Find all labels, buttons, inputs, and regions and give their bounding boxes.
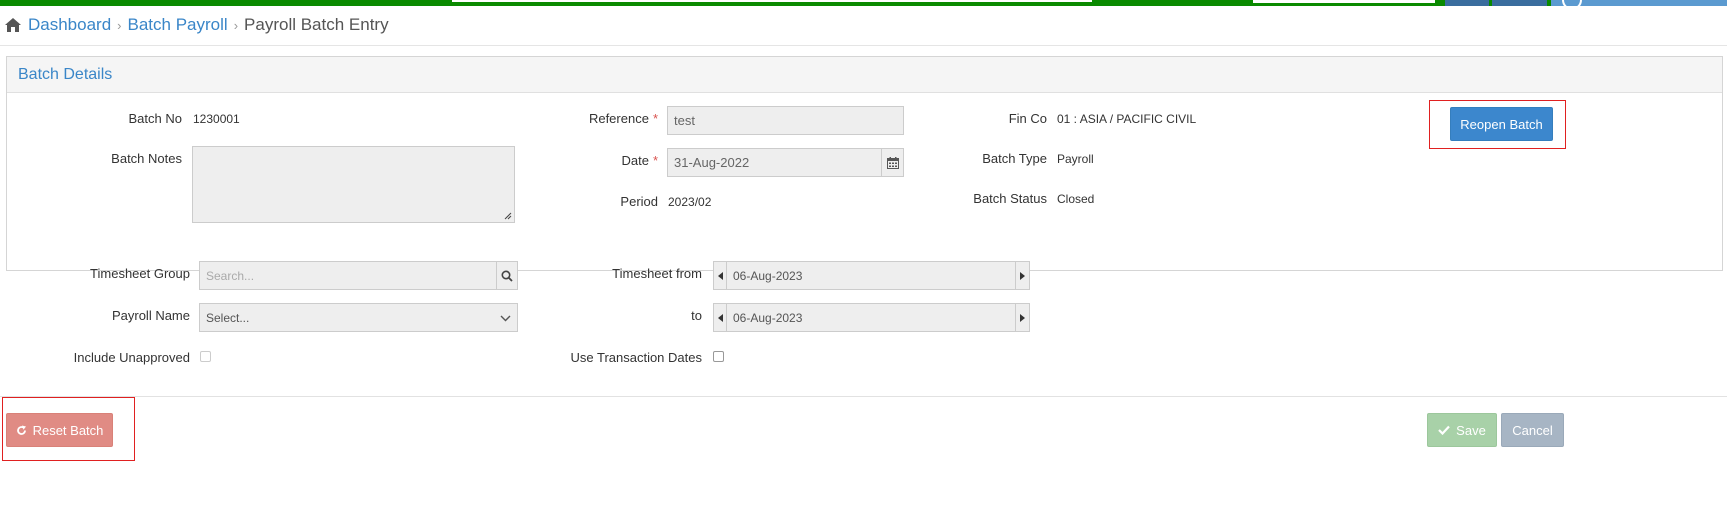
timesheet-to-next-button[interactable] bbox=[1015, 303, 1030, 332]
date-picker-button[interactable] bbox=[881, 148, 904, 177]
save-button[interactable]: Save bbox=[1427, 413, 1497, 447]
payroll-name-label: Payroll Name bbox=[111, 308, 190, 323]
batch-type-value: Payroll bbox=[1057, 152, 1094, 166]
include-unapproved-label: Include Unapproved bbox=[73, 350, 190, 365]
top-nav-button[interactable] bbox=[1492, 0, 1547, 6]
timesheet-to-input[interactable]: 06-Aug-2023 bbox=[726, 303, 1016, 332]
include-unapproved-checkbox[interactable] bbox=[200, 351, 211, 362]
payroll-name-select-value: Select... bbox=[206, 310, 250, 325]
fin-co-value: 01 : ASIA / PACIFIC CIVIL bbox=[1057, 112, 1197, 126]
reset-batch-button[interactable]: Reset Batch bbox=[6, 413, 113, 447]
footer-divider bbox=[0, 396, 1727, 397]
top-app-bar bbox=[0, 0, 1727, 10]
reference-input[interactable]: test bbox=[667, 106, 904, 135]
timesheet-group-search-button[interactable] bbox=[496, 261, 518, 290]
date-label-text: Date bbox=[621, 153, 649, 168]
search-icon bbox=[501, 269, 513, 282]
caret-left-icon bbox=[717, 271, 723, 280]
required-mark: * bbox=[652, 153, 658, 168]
panel-heading: Batch Details bbox=[7, 57, 1722, 93]
use-transaction-dates-label: Use Transaction Dates bbox=[570, 350, 702, 365]
chevron-down-icon bbox=[500, 315, 511, 322]
date-input[interactable]: 31-Aug-2022 bbox=[667, 148, 882, 177]
top-quick-field[interactable] bbox=[1253, 0, 1435, 3]
batch-type-label: Batch Type bbox=[982, 151, 1047, 166]
top-nav-button[interactable] bbox=[1445, 0, 1489, 6]
refresh-icon bbox=[16, 425, 27, 436]
batch-notes-textarea[interactable] bbox=[192, 146, 515, 223]
resize-grip-icon[interactable] bbox=[504, 212, 512, 220]
batch-no-label: Batch No bbox=[128, 111, 182, 126]
timesheet-group-input[interactable]: Search... bbox=[199, 261, 497, 290]
fin-co-label: Fin Co bbox=[1008, 111, 1047, 126]
breadcrumb-separator-icon: › bbox=[117, 17, 122, 33]
batch-status-label: Batch Status bbox=[973, 191, 1047, 206]
timesheet-group-label: Timesheet Group bbox=[90, 266, 190, 281]
breadcrumb-divider bbox=[0, 45, 1727, 46]
reset-batch-label: Reset Batch bbox=[32, 422, 104, 438]
payroll-name-select[interactable]: Select... bbox=[199, 303, 518, 332]
breadcrumb-current: Payroll Batch Entry bbox=[244, 15, 389, 34]
timesheet-to-label: to bbox=[691, 308, 702, 323]
period-value: 2023/02 bbox=[668, 195, 712, 209]
global-search-field[interactable] bbox=[452, 0, 1092, 2]
period-label: Period bbox=[620, 194, 658, 209]
calendar-icon bbox=[886, 156, 899, 169]
cancel-button[interactable]: Cancel bbox=[1501, 413, 1564, 447]
timesheet-to-prev-button[interactable] bbox=[713, 303, 727, 332]
breadcrumb: Dashboard › Batch Payroll › Payroll Batc… bbox=[0, 10, 389, 40]
breadcrumb-batch-payroll-link[interactable]: Batch Payroll bbox=[128, 15, 228, 35]
batch-notes-label: Batch Notes bbox=[111, 151, 182, 166]
user-avatar-icon[interactable] bbox=[1562, 0, 1582, 10]
breadcrumb-separator-icon: › bbox=[233, 17, 239, 33]
reference-label-text: Reference bbox=[588, 111, 649, 126]
check-icon bbox=[1438, 425, 1450, 435]
timesheet-from-input[interactable]: 06-Aug-2023 bbox=[726, 261, 1016, 290]
batch-no-value: 1230001 bbox=[193, 112, 240, 126]
caret-right-icon bbox=[1020, 313, 1025, 322]
caret-right-icon bbox=[1020, 271, 1025, 280]
breadcrumb-dashboard-link[interactable]: Dashboard bbox=[28, 15, 111, 35]
panel-title: Batch Details bbox=[18, 65, 113, 83]
save-label: Save bbox=[1456, 422, 1486, 438]
home-icon[interactable] bbox=[4, 17, 22, 33]
caret-left-icon bbox=[717, 313, 723, 322]
batch-status-value: Closed bbox=[1057, 192, 1095, 206]
required-mark: * bbox=[652, 111, 658, 126]
reference-label: Reference * bbox=[520, 111, 658, 126]
use-transaction-dates-checkbox[interactable] bbox=[713, 351, 724, 362]
date-label: Date * bbox=[520, 153, 658, 168]
timesheet-from-prev-button[interactable] bbox=[713, 261, 727, 290]
timesheet-from-next-button[interactable] bbox=[1015, 261, 1030, 290]
timesheet-from-label: Timesheet from bbox=[612, 266, 702, 281]
reopen-batch-button[interactable]: Reopen Batch bbox=[1450, 107, 1553, 141]
